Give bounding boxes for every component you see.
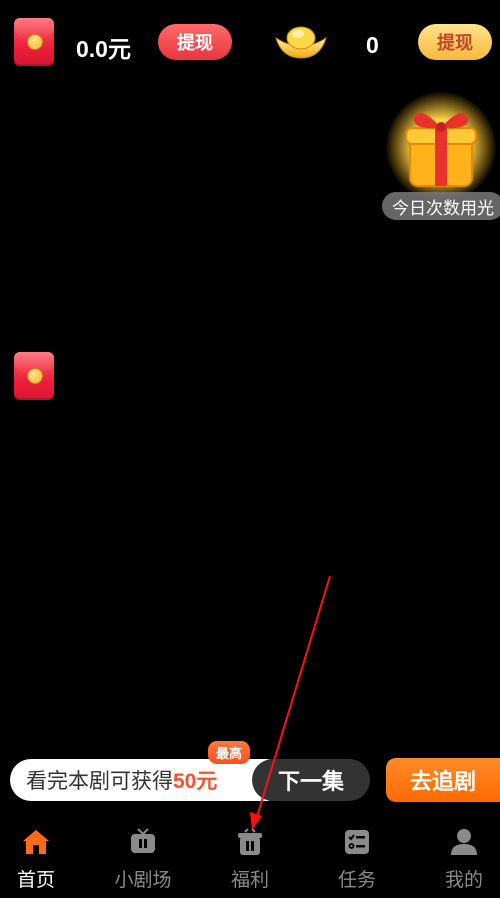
tab-welfare[interactable]: 福利 (200, 815, 300, 898)
follow-drama-button[interactable]: 去追剧 (386, 758, 500, 802)
tab-welfare-label: 福利 (230, 870, 269, 891)
promo-amount: 50元 (173, 770, 218, 793)
max-badge: 最高 (208, 741, 251, 764)
tab-tasks[interactable]: 任务 (307, 815, 407, 898)
tab-me-label: 我的 (444, 870, 483, 891)
tab-theater-label: 小剧场 (114, 870, 172, 891)
checklist-icon (345, 830, 369, 854)
bottom-tab-bar: 首页 小剧场 福利 任务 我的 (0, 815, 500, 898)
gold-count: 0 (366, 32, 379, 58)
gold-withdraw-button[interactable]: 提现 (418, 24, 492, 60)
red-packet-icon[interactable] (14, 18, 54, 66)
gold-ingot-icon (275, 26, 327, 59)
gift-box-icon (238, 828, 262, 855)
tab-tasks-label: 任务 (337, 870, 376, 891)
tab-home[interactable]: 首页 (0, 815, 86, 898)
tab-me[interactable]: 我的 (414, 815, 500, 898)
gift-box-reward-icon[interactable] (400, 100, 482, 192)
tab-theater[interactable]: 小剧场 (93, 815, 193, 898)
red-packet-float-icon[interactable] (14, 352, 54, 400)
cash-balance: 0.0元 (76, 36, 131, 62)
person-icon (451, 829, 477, 855)
reward-promo-banner: 看完本剧可获得 50元 (10, 759, 288, 801)
next-episode-button[interactable]: 下一集 (252, 759, 370, 801)
home-icon (23, 830, 49, 854)
tv-icon (131, 828, 155, 853)
cash-withdraw-button[interactable]: 提现 (158, 24, 232, 60)
tab-home-label: 首页 (16, 870, 55, 891)
promo-text: 看完本剧可获得 (26, 770, 173, 793)
gift-status-tag: 今日次数用光 (382, 192, 500, 220)
